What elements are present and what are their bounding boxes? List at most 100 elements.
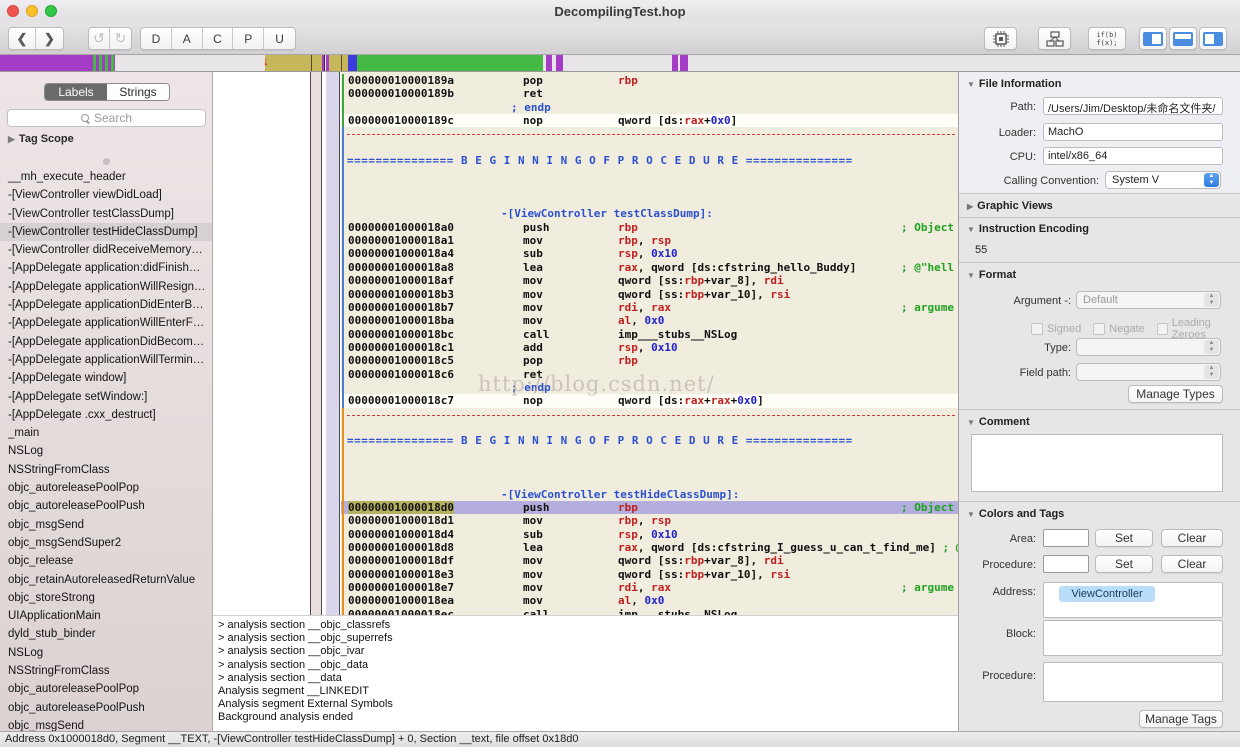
asm-row[interactable]: 00000001000018e7movrdi, rax; argume bbox=[341, 581, 958, 594]
asm-row[interactable]: 00000001000018a4subrsp, 0x10 bbox=[341, 247, 958, 260]
symbol-item[interactable]: -[AppDelegate applicationWillResign… bbox=[0, 278, 212, 296]
asm-row[interactable]: 000000010000189cnopqword [ds:rax+0x0] bbox=[341, 114, 958, 127]
manage-types-button[interactable]: Manage Types bbox=[1128, 385, 1223, 403]
procedure-separator-row[interactable] bbox=[341, 408, 958, 421]
symbol-item[interactable]: __mh_execute_header bbox=[0, 168, 212, 186]
toggle-left-pane-button[interactable] bbox=[1139, 27, 1167, 50]
symbol-item[interactable]: objc_release bbox=[0, 552, 212, 570]
asm-row[interactable]: 00000001000018a8learax, qword [ds:cfstri… bbox=[341, 261, 958, 274]
symbol-item[interactable]: -[AppDelegate applicationWillTermin… bbox=[0, 351, 212, 369]
symbol-item[interactable]: -[AppDelegate setWindow:] bbox=[0, 388, 212, 406]
file-information-header[interactable]: ▼File Information bbox=[967, 78, 1061, 90]
symbol-item[interactable]: NSLog bbox=[0, 442, 212, 460]
minimap-segment[interactable] bbox=[680, 55, 688, 72]
symbol-item[interactable]: -[ViewController didReceiveMemory… bbox=[0, 241, 212, 259]
symbol-item[interactable]: NSStringFromClass bbox=[0, 461, 212, 479]
forward-button[interactable]: ❯ bbox=[36, 28, 63, 49]
signed-checkbox[interactable]: Signed bbox=[1031, 317, 1081, 341]
minimap-segment[interactable] bbox=[556, 55, 563, 72]
symbol-item[interactable]: objc_autoreleasePoolPop bbox=[0, 680, 212, 698]
blank-row[interactable] bbox=[341, 194, 958, 207]
symbol-item[interactable]: objc_autoreleasePoolPush bbox=[0, 497, 212, 515]
symbol-item[interactable]: objc_msgSendSuper2 bbox=[0, 534, 212, 552]
blank-row[interactable] bbox=[341, 167, 958, 180]
symbol-item[interactable]: -[AppDelegate window] bbox=[0, 369, 212, 387]
argument-select[interactable]: Default▲▼ bbox=[1076, 291, 1221, 309]
minimap-segment[interactable] bbox=[329, 55, 348, 72]
minimap-segment[interactable] bbox=[563, 55, 672, 72]
endp-row[interactable]: ; endp bbox=[341, 101, 958, 114]
redo-button[interactable]: ↻ bbox=[110, 28, 131, 49]
symbol-item[interactable]: objc_msgSend bbox=[0, 516, 212, 534]
procedure-label-row[interactable]: -[ViewController testHideClassDump]: bbox=[341, 488, 958, 501]
procedure-clear-button[interactable]: Clear bbox=[1161, 555, 1223, 573]
asm-row[interactable]: 00000001000018c5poprbp bbox=[341, 354, 958, 367]
colors-tags-header[interactable]: ▼Colors and Tags bbox=[967, 508, 1064, 520]
symbol-item[interactable]: -[AppDelegate applicationDidBecom… bbox=[0, 333, 212, 351]
blank-row[interactable] bbox=[341, 181, 958, 194]
loader-field[interactable]: MachO bbox=[1043, 123, 1223, 141]
asm-row[interactable]: 00000001000018dfmovqword [ss:rbp+var_8],… bbox=[341, 554, 958, 567]
segment-button-p[interactable]: P bbox=[233, 28, 264, 49]
manage-tags-button[interactable]: Manage Tags bbox=[1139, 710, 1223, 728]
symbol-item[interactable]: -[ViewController testClassDump] bbox=[0, 205, 212, 223]
blank-row[interactable] bbox=[341, 461, 958, 474]
path-field[interactable]: /Users/Jim/Desktop/未命名文件夹/ bbox=[1043, 97, 1223, 115]
minimap-segment[interactable] bbox=[546, 55, 552, 72]
asm-row[interactable]: 000000010000189apoprbp bbox=[341, 74, 958, 87]
block-tags-box[interactable] bbox=[1043, 620, 1223, 656]
back-button[interactable]: ❮ bbox=[9, 28, 36, 49]
blank-row[interactable] bbox=[341, 474, 958, 487]
symbol-item[interactable]: -[ViewController viewDidLoad] bbox=[0, 186, 212, 204]
blank-row[interactable] bbox=[341, 448, 958, 461]
toggle-right-pane-button[interactable] bbox=[1199, 27, 1227, 50]
tab-strings[interactable]: Strings bbox=[107, 84, 169, 100]
asm-row[interactable]: 00000001000018c1addrsp, 0x10 bbox=[341, 341, 958, 354]
comment-header[interactable]: ▼Comment bbox=[967, 416, 1030, 428]
toggle-bottom-pane-button[interactable] bbox=[1169, 27, 1197, 50]
minimap-segment[interactable] bbox=[0, 55, 93, 72]
tab-labels[interactable]: Labels bbox=[45, 84, 107, 100]
asm-row[interactable]: 00000001000018a0pushrbp; Object bbox=[341, 221, 958, 234]
asm-row[interactable]: 00000001000018c7nopqword [ds:rax+rax+0x0… bbox=[341, 394, 958, 407]
minimap-segment[interactable] bbox=[672, 55, 678, 72]
area-color-well[interactable] bbox=[1043, 529, 1089, 547]
asm-row[interactable]: 00000001000018b3movqword [ss:rbp+var_10]… bbox=[341, 288, 958, 301]
segment-button-a[interactable]: A bbox=[172, 28, 203, 49]
graphic-views-header[interactable]: ▶Graphic Views bbox=[967, 200, 1053, 212]
minimap-segment[interactable] bbox=[357, 55, 543, 72]
symbol-item[interactable]: -[AppDelegate application:didFinish… bbox=[0, 259, 212, 277]
procedure-tags-box[interactable] bbox=[1043, 662, 1223, 702]
minimap-segment[interactable] bbox=[115, 55, 265, 72]
symbol-item[interactable]: -[ViewController testHideClassDump] bbox=[0, 223, 212, 241]
undo-button[interactable]: ↺ bbox=[89, 28, 110, 49]
viewcontroller-tag[interactable]: ViewController bbox=[1059, 586, 1155, 602]
symbol-item[interactable]: objc_autoreleasePoolPush bbox=[0, 699, 212, 717]
minimap-segment[interactable] bbox=[348, 55, 357, 72]
pseudocode-button[interactable]: if(b) f(x); bbox=[1088, 27, 1126, 50]
symbol-item[interactable]: -[AppDelegate .cxx_destruct] bbox=[0, 406, 212, 424]
procedure-banner-row[interactable]: =============== B E G I N N I N G O F P … bbox=[341, 434, 958, 447]
asm-row[interactable]: 00000001000018e3movqword [ss:rbp+var_10]… bbox=[341, 568, 958, 581]
asm-row[interactable]: 00000001000018d4subrsp, 0x10 bbox=[341, 528, 958, 541]
asm-row[interactable]: 00000001000018eamoval, 0x0 bbox=[341, 594, 958, 607]
asm-row[interactable]: 00000001000018d8learax, qword [ds:cfstri… bbox=[341, 541, 958, 554]
area-clear-button[interactable]: Clear bbox=[1161, 529, 1223, 547]
minimap-segment[interactable] bbox=[265, 55, 322, 72]
procedure-separator-row[interactable] bbox=[341, 127, 958, 140]
segment-button-u[interactable]: U bbox=[264, 28, 295, 49]
segment-button-c[interactable]: C bbox=[203, 28, 234, 49]
symbol-item[interactable]: dyld_stub_binder bbox=[0, 625, 212, 643]
comment-textarea[interactable] bbox=[971, 434, 1223, 492]
asm-row[interactable]: 00000001000018bccallimp___stubs__NSLog bbox=[341, 328, 958, 341]
search-input[interactable]: Search bbox=[7, 109, 206, 127]
tag-scope-disclosure[interactable]: ▶Tag Scope bbox=[8, 133, 74, 145]
cpu-field[interactable]: intel/x86_64 bbox=[1043, 147, 1223, 165]
symbol-item[interactable]: NSStringFromClass bbox=[0, 662, 212, 680]
procedure-color-well[interactable] bbox=[1043, 555, 1089, 573]
splitter-knob[interactable] bbox=[103, 158, 110, 165]
calling-convention-select[interactable]: System V▲▼ bbox=[1105, 171, 1221, 189]
symbol-item[interactable]: -[AppDelegate applicationWillEnterF… bbox=[0, 314, 212, 332]
cpu-view-button[interactable] bbox=[984, 27, 1017, 50]
symbol-item[interactable]: _main bbox=[0, 424, 212, 442]
